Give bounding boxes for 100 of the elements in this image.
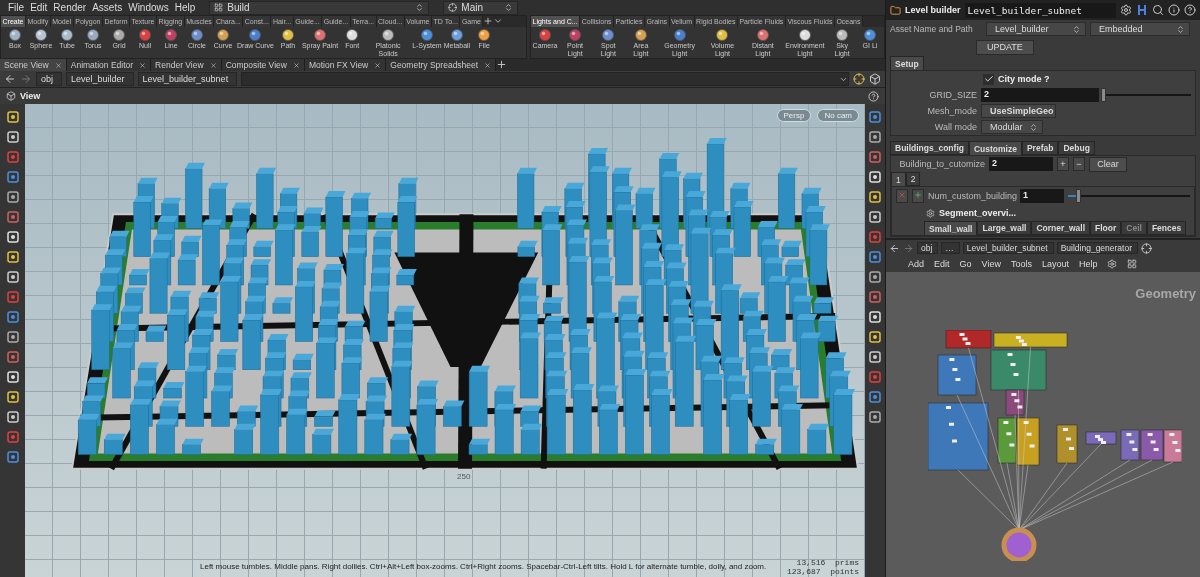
tool-icon[interactable] <box>5 190 20 204</box>
wall-tab[interactable]: Large_wall <box>977 221 1032 235</box>
remove-button[interactable] <box>896 189 908 203</box>
menu-item[interactable]: Help <box>174 2 196 13</box>
building-field[interactable]: 2 <box>989 157 1053 171</box>
tool-icon[interactable] <box>5 250 20 264</box>
help-icon[interactable] <box>868 90 879 102</box>
tool-icon[interactable] <box>868 350 882 364</box>
shelf-tool-icon <box>60 28 74 42</box>
tool-icon[interactable] <box>868 130 882 144</box>
close-icon[interactable] <box>54 61 62 69</box>
update-button[interactable]: UPDATE <box>976 39 1034 55</box>
instance-tab[interactable]: 1 <box>891 172 906 186</box>
close-icon[interactable] <box>292 61 300 69</box>
menu-item[interactable]: File <box>8 2 25 13</box>
close-icon[interactable] <box>374 61 382 69</box>
pane-layout-dropdown[interactable]: Main <box>443 0 519 15</box>
tool-icon[interactable] <box>868 330 882 344</box>
slider-thumb[interactable] <box>1101 88 1106 102</box>
menu-item[interactable]: Go <box>959 259 972 269</box>
grid-size-field[interactable]: 2 <box>981 88 1099 102</box>
asset-location-dropdown[interactable]: Embedded <box>1090 22 1190 36</box>
pane-tab[interactable]: Composite View <box>221 59 305 71</box>
node-name-field[interactable]: Level_builder_subnet <box>964 2 1116 18</box>
tool-icon[interactable] <box>5 410 20 424</box>
add-button[interactable] <box>912 189 924 203</box>
mesh-mode-dropdown[interactable]: UseSimpleGeo <box>981 104 1056 118</box>
path-crumb[interactable]: Level_builder_subnet <box>137 72 238 86</box>
tool-icon[interactable] <box>868 210 882 224</box>
menu-item[interactable]: Add <box>908 259 924 269</box>
pane-tab[interactable]: Animation Editor <box>66 59 152 71</box>
menu-item[interactable]: Assets <box>92 2 123 13</box>
folder-tab[interactable]: Debug <box>1058 141 1095 155</box>
tool-icon[interactable] <box>868 390 882 404</box>
path-crumb[interactable]: Building_generator <box>1056 242 1138 254</box>
gear-icon[interactable] <box>1120 4 1132 16</box>
tool-icon[interactable] <box>868 110 882 124</box>
folder-tab[interactable]: Setup <box>890 56 924 70</box>
close-icon[interactable] <box>139 61 147 69</box>
tool-icon[interactable] <box>5 330 20 344</box>
folder-label[interactable]: Segment_overvi... <box>939 208 1017 218</box>
stepper-button[interactable]: − <box>1073 157 1085 171</box>
tool-icon[interactable] <box>5 170 20 184</box>
close-icon[interactable] <box>484 61 492 69</box>
close-icon[interactable] <box>209 61 217 69</box>
desk-dropdown[interactable]: Build <box>209 0 430 15</box>
tool-icon[interactable] <box>868 270 882 284</box>
wall-tab[interactable]: Small_wall <box>924 221 978 235</box>
tool-icon[interactable] <box>5 110 20 124</box>
tool-icon[interactable] <box>868 250 882 264</box>
search-icon[interactable] <box>1152 4 1164 16</box>
tool-icon[interactable] <box>868 190 882 204</box>
menu-item[interactable]: Help <box>1078 259 1098 269</box>
cube-icon[interactable] <box>869 73 881 85</box>
path-crumb[interactable]: Level_builder <box>66 72 134 86</box>
asset-name-dropdown[interactable]: Level_builder <box>986 22 1086 36</box>
menu-item[interactable]: View <box>981 259 1001 269</box>
menu-item[interactable]: Windows <box>128 2 169 13</box>
tool-icon[interactable] <box>868 410 882 424</box>
logo-icon[interactable] <box>1136 4 1148 16</box>
folder-tab[interactable]: Buildings_config <box>890 141 969 155</box>
folder-tab[interactable]: Customize <box>968 141 1022 155</box>
checkbox[interactable] <box>983 73 994 85</box>
pane-tab[interactable]: Geometry Spreadsheet <box>386 59 497 71</box>
path-crumb[interactable]: obj <box>917 242 939 254</box>
menu-item[interactable]: Edit <box>934 259 950 269</box>
menu-item[interactable]: Tools <box>1010 259 1032 269</box>
back-icon[interactable] <box>4 73 16 85</box>
tool-icon[interactable] <box>5 450 20 464</box>
path-crumb[interactable]: obj <box>36 72 62 86</box>
wall-mode-dropdown[interactable]: Modular <box>981 120 1043 134</box>
tool-icon[interactable] <box>5 310 20 324</box>
menu-item[interactable]: Render <box>53 2 87 13</box>
tool-icon[interactable] <box>5 270 20 284</box>
add-icon[interactable] <box>483 16 494 26</box>
path-crumb[interactable]: … <box>941 242 960 254</box>
num-building-field[interactable]: 1 <box>1020 189 1064 203</box>
help-icon[interactable] <box>1184 4 1196 16</box>
shelf-tool-icon <box>449 28 464 42</box>
clear-button[interactable]: Clear <box>1089 156 1127 172</box>
pane-tab[interactable]: Scene View <box>0 59 67 71</box>
grid-icon[interactable] <box>1127 259 1138 269</box>
slider-thumb[interactable] <box>1075 189 1081 203</box>
stepper-button[interactable]: + <box>1057 157 1069 171</box>
wall-tab[interactable]: Corner_wall <box>1031 221 1091 235</box>
tool-icon[interactable] <box>5 390 20 404</box>
path-crumb[interactable]: Level_builder_subnet <box>962 242 1054 254</box>
info-icon[interactable] <box>1168 4 1180 16</box>
pane-tab[interactable]: Render View <box>151 59 222 71</box>
path-field[interactable] <box>241 72 849 86</box>
menu-item[interactable]: Layout <box>1041 259 1069 269</box>
folder-tab[interactable]: Prefab <box>1021 141 1059 155</box>
caret-icon[interactable] <box>493 16 504 26</box>
add-icon[interactable] <box>496 59 508 70</box>
wall-tab[interactable]: Fences <box>1146 221 1187 235</box>
menu-item[interactable]: Edit <box>30 2 48 13</box>
wall-tab[interactable]: Floor <box>1090 221 1122 235</box>
back-icon[interactable] <box>889 242 900 254</box>
tool-icon[interactable] <box>5 130 20 144</box>
pane-tab[interactable]: Motion FX View <box>304 59 387 71</box>
